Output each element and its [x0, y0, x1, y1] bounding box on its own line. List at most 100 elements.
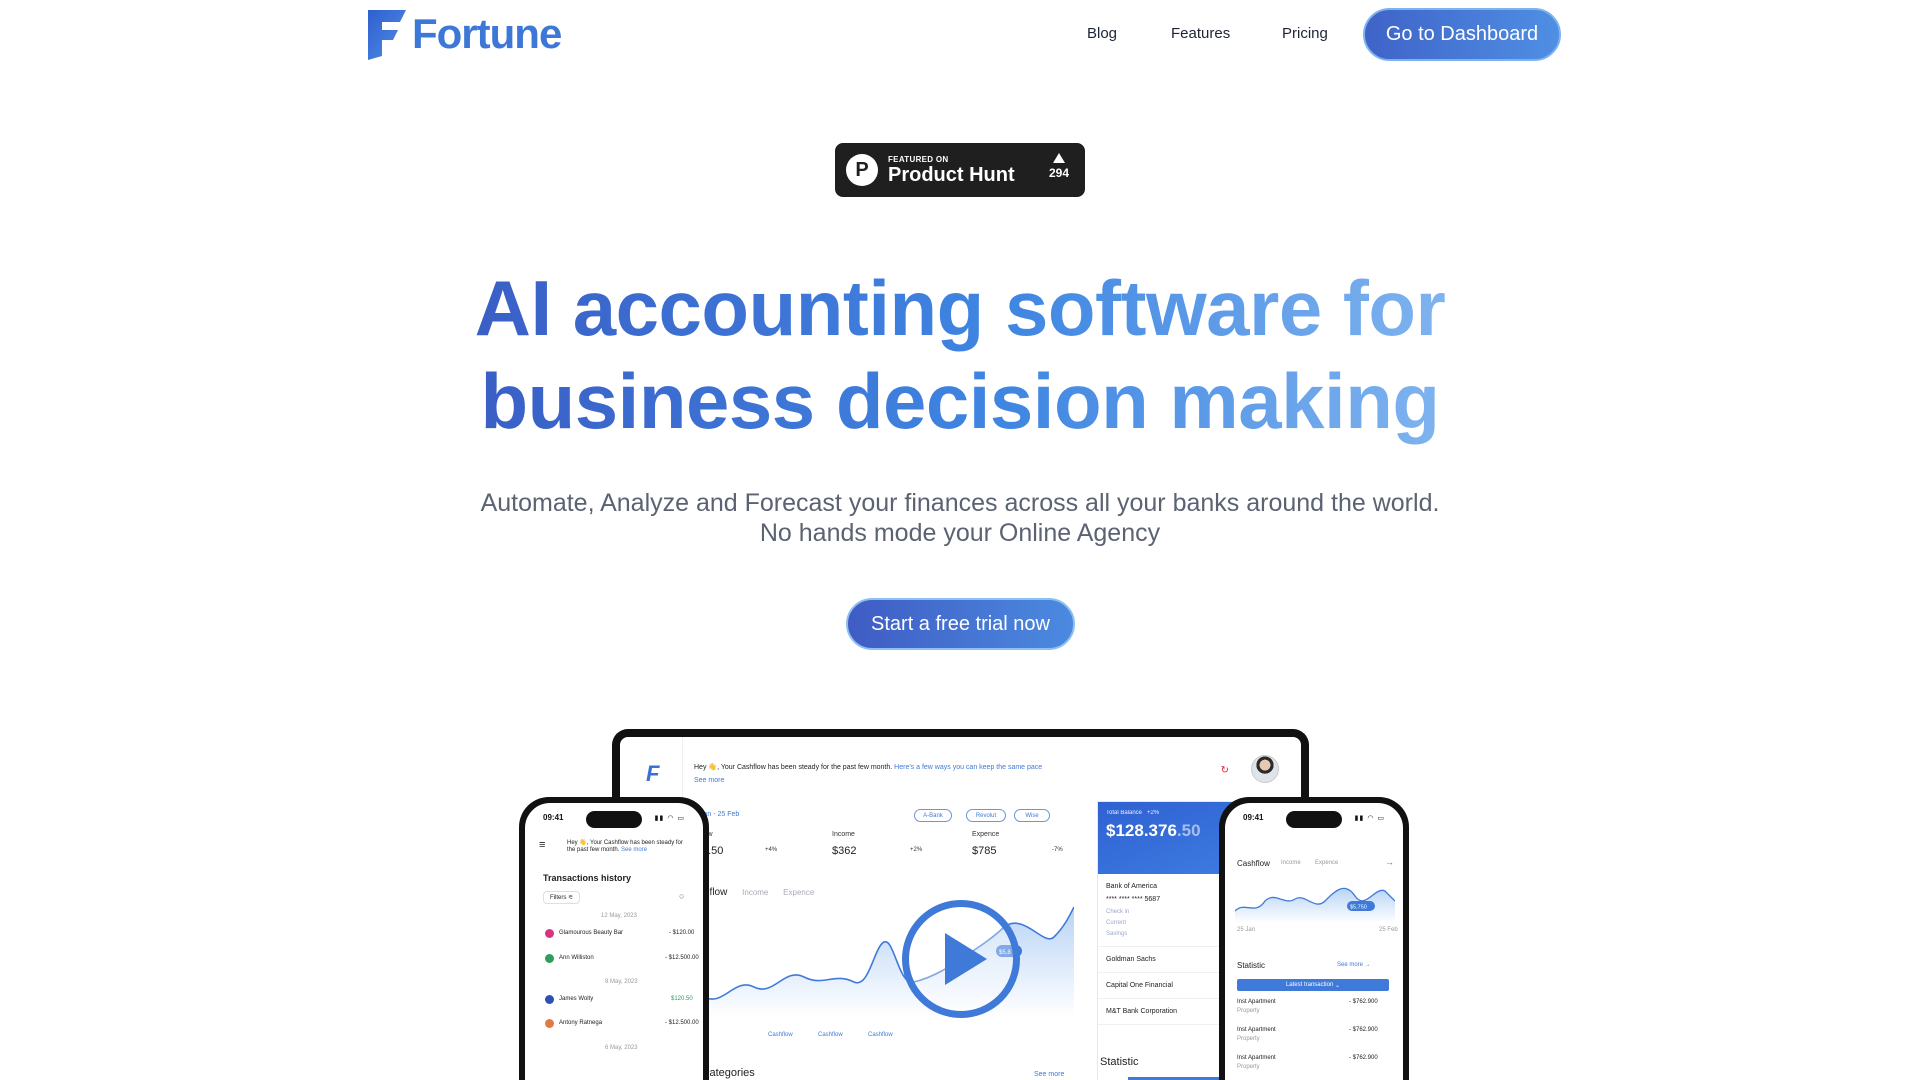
tab-expence[interactable]: Expence — [1315, 860, 1338, 866]
transaction-name: Antony Ratnega — [559, 1020, 603, 1026]
tab-income[interactable]: Income — [742, 888, 768, 897]
product-hunt-icon: P — [846, 154, 878, 186]
filters-button[interactable]: Filters ⚟ — [543, 891, 581, 904]
transaction-name: Ann Williston — [559, 955, 594, 961]
phone-time: 09:41 — [543, 813, 564, 822]
phone-see-more-link[interactable]: See more — [621, 847, 647, 853]
transaction-name: Inst Apartment — [1237, 1027, 1276, 1033]
transaction-sub: Property — [1237, 1008, 1260, 1014]
bank-sub-item: Check in — [1106, 909, 1130, 915]
cashflow-message: Hey 👋, Your Cashflow has been steady for… — [694, 763, 1042, 771]
phone-time: 09:41 — [1243, 813, 1264, 822]
latest-transaction-dropdown[interactable]: Latest transaction ⌄ — [1237, 979, 1389, 991]
bank-row[interactable]: M&T Bank Corporation — [1098, 999, 1236, 1025]
mini-cashflow-chart: $5,750 — [1235, 887, 1395, 923]
hero-headline-line1: AI accounting software for — [474, 264, 1446, 352]
brand-logo[interactable]: Fortune — [366, 8, 562, 60]
bank-pill-wise[interactable]: Wise — [1014, 809, 1050, 822]
cashflow-message-link[interactable]: Here's a few ways you can keep the same … — [894, 764, 1042, 771]
nav-link-blog[interactable]: Blog — [1087, 25, 1117, 42]
categories-see-more-link[interactable]: See more — [1034, 1071, 1064, 1078]
hero-subtitle-line2: No hands mode your Online Agency — [759, 519, 1161, 547]
stat-pct-cashflow: +4% — [765, 847, 778, 853]
transaction-sub: Property — [1237, 1064, 1260, 1070]
search-icon[interactable]: ○ — [679, 891, 684, 901]
stat-pct-expence: -7% — [1052, 847, 1063, 853]
play-icon — [945, 933, 987, 985]
tab-income[interactable]: Income — [1281, 860, 1301, 866]
product-hunt-badge[interactable]: P FEATURED ON Product Hunt 294 — [835, 143, 1085, 197]
menu-icon[interactable]: ≡ — [539, 839, 545, 851]
product-hunt-featured-label: FEATURED ON — [888, 154, 949, 164]
fortune-logo-icon — [368, 10, 406, 60]
bank-pill-a-bank[interactable]: A-Bank — [914, 809, 952, 822]
nav-link-features[interactable]: Features — [1171, 25, 1230, 42]
tab-expence[interactable]: Expence — [783, 888, 814, 897]
transaction-name: Glamourous Beauty Bar — [559, 930, 624, 936]
bank-pill-revolut[interactable]: Revolut — [966, 809, 1006, 822]
hero-subtitle-line1: Automate, Analyze and Forecast your fina… — [480, 489, 1440, 517]
phone-notch — [1286, 811, 1342, 828]
bank-name: Bank of America — [1106, 883, 1157, 890]
cashflow-message-text: Hey 👋, Your Cashflow has been steady for… — [694, 764, 893, 771]
stat-label-expence: Expence — [972, 831, 1000, 838]
group-date: 12 May, 2023 — [601, 913, 637, 919]
transaction-sub: Property — [1237, 1036, 1260, 1042]
card-number: **** **** **** 5687 — [1106, 896, 1161, 903]
signal-icon: ▮▮ ◠ ▭ — [654, 815, 685, 822]
merchant-icon — [545, 1019, 554, 1028]
product-hunt-label: Product Hunt — [888, 163, 1015, 186]
go-to-dashboard-button[interactable]: Go to Dashboard — [1363, 8, 1561, 61]
play-video-button[interactable] — [902, 900, 1020, 1018]
bank-row[interactable]: Capital One Financial — [1098, 973, 1236, 999]
phone-message-2: the past few month. See more — [567, 847, 647, 853]
stat-pct-income: +2% — [910, 847, 923, 853]
transaction-name: James Wolty — [559, 996, 594, 1002]
transaction-amount: - $762.900 — [1349, 1055, 1378, 1061]
app-logo-icon: F — [646, 761, 660, 786]
filters-label: Filters — [550, 895, 567, 901]
signal-icon: ▮▮ ◠ ▭ — [1354, 815, 1385, 822]
transaction-amount: - $120.00 — [669, 930, 695, 936]
x-axis-end: 25 Feb — [1379, 927, 1398, 933]
transactions-title: Transactions history — [543, 873, 632, 883]
tab-cashflow[interactable]: Cashflow — [1237, 859, 1270, 868]
arrow-right-icon[interactable]: → — [1385, 857, 1394, 867]
transaction-amount: - $12.500.00 — [665, 955, 699, 961]
transaction-amount: - $762.900 — [1349, 999, 1378, 1005]
phone-screen-right: 09:41 ▮▮ ◠ ▭ Cashflow Income Expence → $… — [1225, 803, 1403, 1080]
phone-message: Hey 👋, Your Cashflow has been steady for — [567, 840, 683, 846]
statistic-heading: Statistic — [1237, 961, 1266, 970]
nav-link-pricing[interactable]: Pricing — [1282, 25, 1328, 42]
hero-headline-line2: business decision making — [480, 357, 1440, 445]
statistic-see-more-link[interactable]: See more → — [1337, 962, 1371, 968]
start-free-trial-button[interactable]: Start a free trial now — [846, 598, 1075, 650]
bank-row[interactable]: Goldman Sachs — [1098, 947, 1236, 973]
phone-mockup-left: 09:41 ▮▮ ◠ ▭ ≡ Hey 👋, Your Cashflow has … — [519, 797, 709, 1080]
upvote-arrow-icon — [1052, 153, 1065, 163]
total-balance-cents: .50 — [1176, 821, 1201, 840]
panel-statistic-heading: Statistic — [1100, 1056, 1139, 1068]
transaction-amount: $120.50 — [671, 996, 693, 1002]
avatar[interactable] — [1251, 755, 1279, 783]
top-nav: Fortune Blog Features Pricing Go to Dash… — [0, 0, 1920, 72]
refresh-icon[interactable]: ↻ — [1221, 765, 1229, 776]
mini-chart-badge: $5,750 — [1350, 905, 1367, 911]
merchant-icon — [545, 954, 554, 963]
phone-notch — [586, 811, 642, 828]
total-balance-amount: $128.376 — [1106, 821, 1177, 840]
bank-sub-item: Current — [1106, 920, 1127, 926]
product-hunt-votes: 294 — [1048, 166, 1069, 180]
bank-row[interactable]: Bank of America **** **** **** 5687 Chec… — [1098, 874, 1236, 947]
total-balance-card: Total Balance +2% $128.376.50 — [1098, 802, 1236, 874]
x-axis-start: 25 Jan — [1237, 927, 1256, 933]
brand-name: Fortune — [412, 10, 562, 57]
transaction-name: Inst Apartment — [1237, 999, 1276, 1005]
merchant-icon — [545, 995, 554, 1004]
hero-headline: AI accounting software for business deci… — [0, 262, 1920, 448]
stat-value-income: $362 — [832, 845, 857, 857]
see-more-link[interactable]: See more — [694, 777, 724, 784]
statistic-see-more-label: See more — [1337, 962, 1364, 968]
transaction-amount: - $762.900 — [1349, 1027, 1378, 1033]
latest-transaction-label: Latest transaction — [1285, 982, 1334, 988]
